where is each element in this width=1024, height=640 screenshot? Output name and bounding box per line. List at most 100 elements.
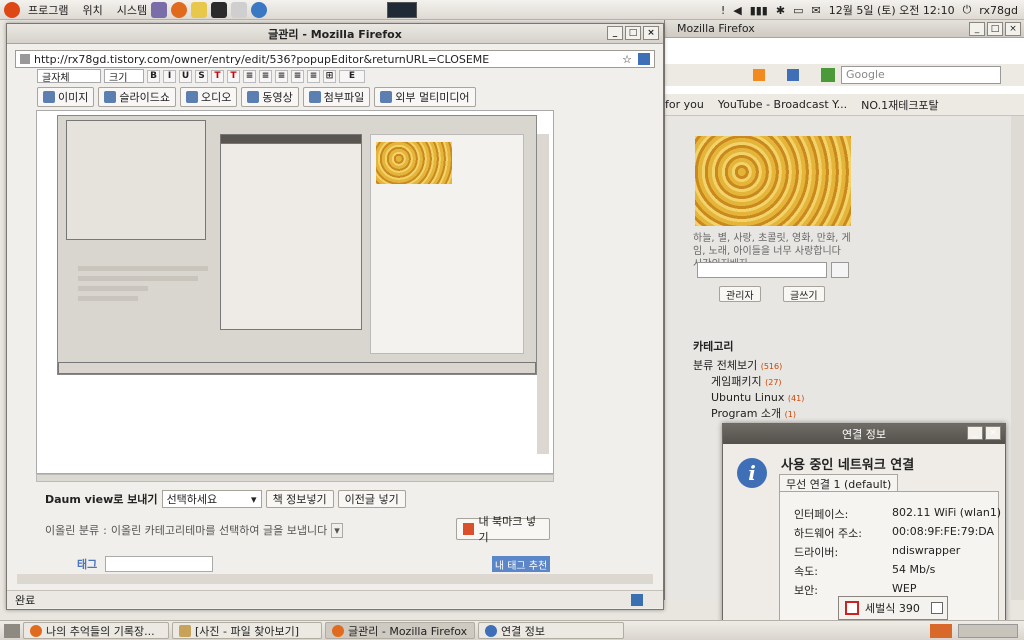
category-item[interactable]: 게임패키지 (27) [693,374,804,390]
blog-search-button[interactable] [831,262,849,278]
close-button[interactable]: × [1005,22,1021,36]
align-left-icon[interactable]: ≡ [243,69,256,83]
pidgin-launcher-icon[interactable] [151,1,168,18]
minimize-button[interactable]: _ [969,22,985,36]
external-media-button[interactable]: 외부 멀티미디어 [374,87,476,107]
category-item[interactable]: 분류 전체보기 (516) [693,358,804,374]
maximize-button[interactable]: □ [987,22,1003,36]
write-button[interactable]: 글쓰기 [783,286,825,302]
editor-launcher-icon[interactable] [191,1,208,18]
video-button[interactable]: 동영상 [241,87,299,107]
bookmark-item[interactable]: for you [665,98,704,111]
taskbar: 나의 추억들의 기록장... [사진 - 파일 찾아보기] 글관리 - Mozi… [0,620,1024,640]
editor-resize-handle[interactable] [36,474,554,482]
size-select[interactable]: 크기 [104,69,144,84]
bookmark-item[interactable]: YouTube - Broadcast Y... [718,98,847,111]
power-icon[interactable]: ⏻ [963,3,972,17]
firefox-icon [30,624,42,637]
slideshow-button[interactable]: 슬라이드쇼 [98,87,176,107]
embedded-screenshot-image[interactable] [57,115,537,375]
editor-area[interactable] [36,110,554,474]
align-center-icon[interactable]: ≡ [259,69,272,83]
minimize-button[interactable]: _ [607,26,623,40]
taskbar-item[interactable]: 연결 정보 [478,622,624,639]
daum-view-select[interactable]: 선택하세요 ▾ [161,490,262,508]
attachment-button[interactable]: 첨부파일 [302,87,371,107]
close-button[interactable]: × [985,426,1001,440]
indent-icon[interactable]: ≡ [307,69,320,83]
blog-search-input[interactable] [697,262,827,278]
notification-icon[interactable]: ! [721,4,725,17]
list-icon[interactable]: ≡ [291,69,304,83]
checkbox-icon[interactable] [931,602,943,614]
workspace-switcher[interactable] [958,623,1018,638]
add-bookmark-button[interactable]: 내 북마크 넣기 [456,515,550,544]
table-icon[interactable]: ⊞ [323,69,336,83]
info-icon[interactable] [638,53,650,65]
info-button-icon[interactable] [787,69,799,81]
terminal-launcher-icon[interactable] [211,1,228,18]
tag-recommend-button[interactable]: 내 태그 추천 [492,556,550,572]
help-launcher-icon[interactable] [251,1,268,18]
bookmark-item[interactable]: NO.1재테크포탈 [861,97,939,113]
menu-applications[interactable]: 프로그램 [28,2,68,18]
search-input[interactable]: Google [841,66,1001,84]
background-navbar: Google [665,64,1024,86]
mail-icon[interactable]: ✉ [812,4,821,17]
embedded-text-line [78,276,198,281]
minimize-button[interactable]: _ [967,426,983,440]
image-button[interactable]: 이미지 [37,87,95,107]
horizontal-scrollbar[interactable] [17,574,653,584]
input-method-popup[interactable]: 세벌식 390 [838,596,948,620]
previous-post-button[interactable]: 이전글 넣기 [337,490,406,508]
volume-icon[interactable]: ◀ [733,4,741,17]
align-right-icon[interactable]: ≡ [275,69,288,83]
audio-button[interactable]: 오디오 [179,87,238,107]
tag-input[interactable] [105,556,214,572]
category-item[interactable]: Ubuntu Linux (41) [693,390,804,406]
url-bar[interactable]: http://rx78gd.tistory.com/owner/entry/ed… [15,50,655,68]
taskbar-item[interactable]: 나의 추억들의 기록장... [23,622,169,639]
editor-window-titlebar[interactable]: 글관리 - Mozilla Firefox _ □ × [7,24,663,44]
edit-mode-icon[interactable]: E [339,69,365,83]
search-engine-icon[interactable] [821,68,835,82]
email-launcher-icon[interactable] [231,1,248,18]
text-color-icon[interactable]: T [211,69,224,83]
background-scrollbar[interactable] [1011,116,1024,600]
keyboard-applet-icon[interactable] [930,623,952,638]
menu-system[interactable]: 시스템 [117,2,147,18]
bookmark-star-icon[interactable]: ☆ [622,53,632,66]
status-icon [631,593,643,606]
taskbar-item[interactable]: [사진 - 파일 찾아보기] [172,622,322,639]
book-info-button[interactable]: 책 정보넣기 [265,490,334,508]
bluetooth-icon[interactable]: ✱ [776,4,785,17]
font-select[interactable]: 글자체 [37,69,101,84]
system-monitor-icon[interactable] [387,1,418,18]
maximize-button[interactable]: □ [625,26,641,40]
bold-icon[interactable]: B [147,69,160,83]
bg-color-icon[interactable]: T [227,69,240,83]
battery-icon[interactable]: ▭ [793,4,803,17]
close-button[interactable]: × [643,26,659,40]
chevron-down-icon: ▾ [251,492,257,506]
firefox-launcher-icon[interactable] [171,1,188,18]
underline-icon[interactable]: U [179,69,192,83]
clock[interactable]: 12월 5일 (토) 오전 12:10 [829,2,955,18]
connection-dialog-titlebar[interactable]: 연결 정보 _ × [723,424,1005,444]
menu-places[interactable]: 위치 [82,2,102,18]
ubuntu-logo-icon[interactable] [4,1,20,18]
background-window-titlebar[interactable]: Mozilla Firefox _ □ × [665,20,1024,38]
strike-icon[interactable]: S [195,69,208,83]
tab-wireless-connection[interactable]: 무선 연결 1 (default) [779,474,899,492]
editor-scrollbar[interactable] [537,134,549,454]
italic-icon[interactable]: I [163,69,176,83]
user-name[interactable]: rx78gd [979,4,1018,17]
wifi-signal-icon[interactable]: ▮▮▮ [750,4,768,17]
category-item[interactable]: Program 소개 (1) [693,406,804,422]
eolin-category-dropdown[interactable]: ▾ [331,522,343,538]
show-desktop-icon[interactable] [4,623,20,638]
admin-button[interactable]: 관리자 [719,286,761,302]
taskbar-item[interactable]: 글관리 - Mozilla Firefox [325,622,475,639]
system-tray: ! ◀ ▮▮▮ ✱ ▭ ✉ 12월 5일 (토) 오전 12:10 ⏻ rx78… [721,0,1024,20]
rss-icon[interactable] [753,69,765,81]
